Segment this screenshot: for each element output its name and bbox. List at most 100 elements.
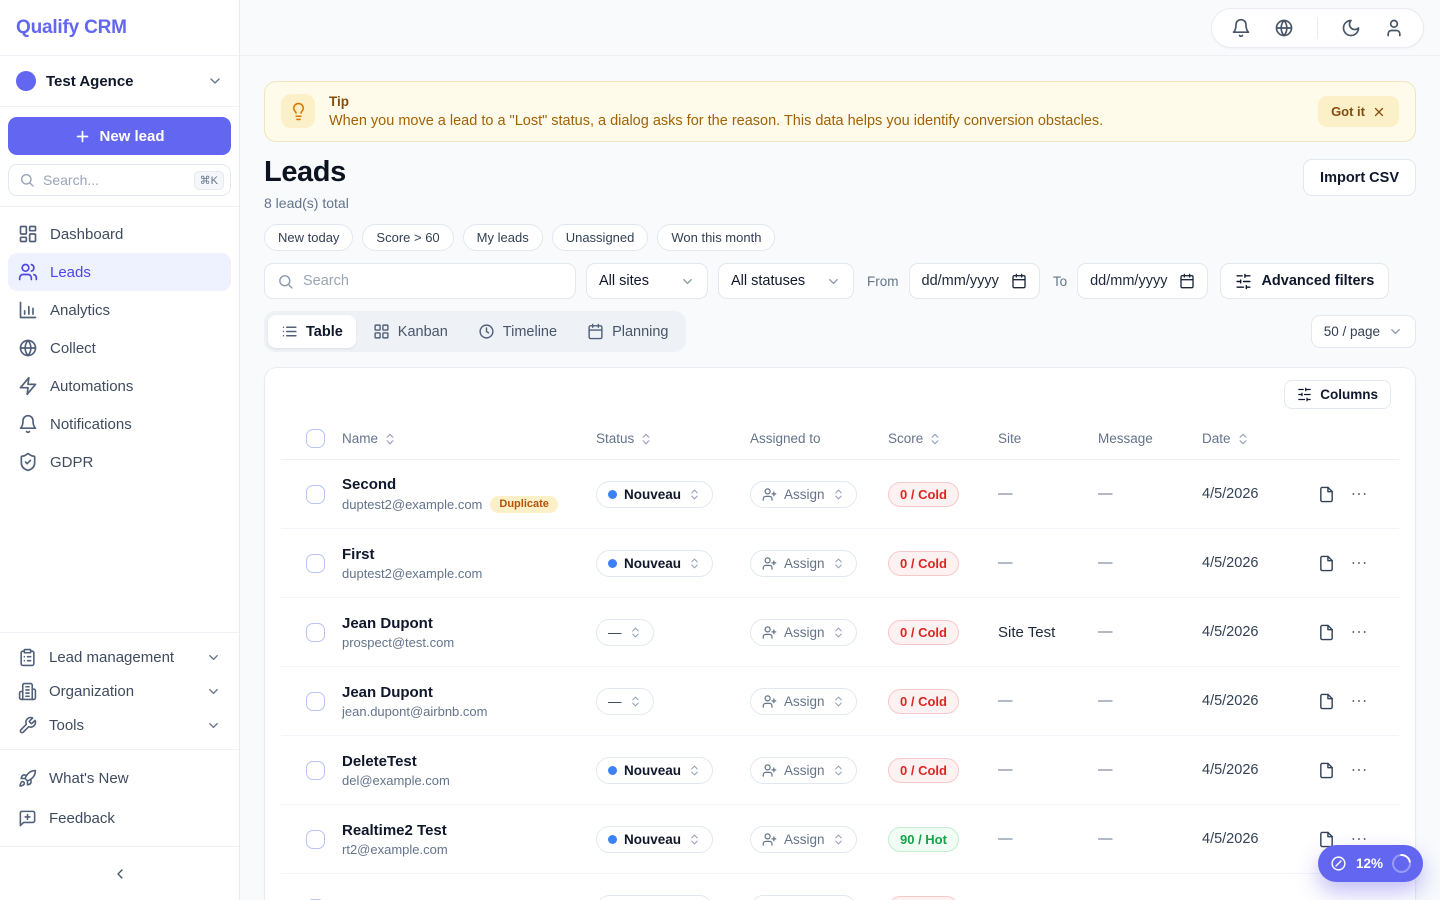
tab-planning[interactable]: Planning [574,315,681,348]
note-file-button[interactable] [1314,482,1339,507]
assign-label: Assign [784,556,825,571]
row-menu-button[interactable] [1346,550,1372,576]
note-cell [1314,758,1346,783]
sidebar-group-organization[interactable]: Organization [8,674,231,708]
sidebar-item-dashboard[interactable]: Dashboard [8,215,231,253]
message-cell: — [1098,624,1202,640]
assign-button[interactable]: Assign [750,826,857,853]
note-file-button[interactable] [1314,620,1339,645]
assign-button[interactable]: Assign [750,619,857,646]
column-header-status[interactable]: Status [596,431,750,446]
lead-cell[interactable]: Jean Dupontprospect@test.com [342,615,596,650]
completion-widget[interactable]: 12% [1318,845,1423,882]
row-checkbox[interactable] [306,554,325,573]
row-checkbox[interactable] [306,761,325,780]
sidebar-group-tools[interactable]: Tools [8,708,231,742]
language-globe-icon[interactable] [1274,18,1294,38]
tab-table[interactable]: Table [268,315,356,348]
lead-cell[interactable]: Realtime2 Testrt2@example.com [342,822,596,857]
quick-filter-score-60[interactable]: Score > 60 [362,224,453,251]
import-csv-button[interactable]: Import CSV [1303,159,1416,196]
row-checkbox[interactable] [306,485,325,504]
checkbox-cell [281,830,342,849]
table-search-input[interactable] [303,273,563,289]
note-file-button[interactable] [1314,758,1339,783]
row-checkbox[interactable] [306,623,325,642]
chevron-down-icon [206,684,221,699]
app-logo[interactable]: Qualify CRM [16,17,127,39]
column-header-date[interactable]: Date [1202,431,1314,446]
workspace-switcher[interactable]: Test Agence [0,56,239,107]
advanced-filters-button[interactable]: Advanced filters [1220,263,1389,299]
sidebar-search-input[interactable] [43,172,186,188]
sidebar-search[interactable]: ⌘K [8,164,231,196]
quick-filter-won-this-month[interactable]: Won this month [657,224,775,251]
sidebar-group-lead-management[interactable]: Lead management [8,640,231,674]
sidebar-item-analytics[interactable]: Analytics [8,291,231,329]
row-checkbox[interactable] [306,830,325,849]
tip-dismiss-button[interactable]: Got it [1318,96,1399,127]
date-from-input[interactable]: dd/mm/yyyy [909,263,1040,299]
status-cell: Nouveau [596,895,750,900]
row-menu-button[interactable] [1346,895,1372,900]
date-to-input[interactable]: dd/mm/yyyy [1077,263,1208,299]
note-file-button[interactable] [1314,551,1339,576]
assign-button[interactable]: Assign [750,895,857,900]
tab-timeline[interactable]: Timeline [465,315,570,348]
tab-label: Table [306,324,343,340]
row-menu-button[interactable] [1346,481,1372,507]
table-search[interactable] [264,263,576,299]
status-select[interactable]: Nouveau [596,895,713,900]
status-filter-select[interactable]: All statuses [718,263,854,299]
quick-filter-new-today[interactable]: New today [264,224,353,251]
sidebar-item-gdpr[interactable]: GDPR [8,443,231,481]
lead-cell[interactable]: Jean Dupontjean.dupont@airbnb.com [342,684,596,719]
columns-button[interactable]: Columns [1284,380,1391,409]
lead-cell[interactable]: DeleteTestdel@example.com [342,753,596,788]
chevrons-up-down-icon [688,764,701,777]
status-label: Nouveau [624,763,681,778]
table-row: Realtime2 Testrt2@example.comNouveau Assi… [281,805,1399,874]
sidebar-footer-feedback[interactable]: Feedback [8,798,231,838]
assign-label: Assign [784,487,825,502]
file-icon [1318,693,1335,710]
sidebar-item-notifications[interactable]: Notifications [8,405,231,443]
row-checkbox[interactable] [306,692,325,711]
quick-filter-unassigned[interactable]: Unassigned [552,224,649,251]
status-select[interactable]: Nouveau [596,757,713,784]
note-file-button[interactable] [1314,689,1339,714]
sidebar-group-label: Tools [49,717,194,734]
note-file-button[interactable] [1314,896,1339,900]
assign-button[interactable]: Assign [750,757,857,784]
quick-filter-my-leads[interactable]: My leads [463,224,543,251]
row-menu-button[interactable] [1346,619,1372,645]
status-select[interactable]: — [596,688,654,715]
select-all-checkbox[interactable] [306,429,325,448]
sidebar-item-leads[interactable]: Leads [8,253,231,291]
theme-moon-icon[interactable] [1341,18,1361,38]
assign-button[interactable]: Assign [750,688,857,715]
lead-cell[interactable]: Secondduptest2@example.comDuplicate [342,476,596,513]
row-menu-button[interactable] [1346,757,1372,783]
notifications-bell-icon[interactable] [1231,18,1251,38]
status-select[interactable]: Nouveau [596,481,713,508]
status-select[interactable]: Nouveau [596,550,713,577]
site-filter-select[interactable]: All sites [586,263,708,299]
column-header-name[interactable]: Name [342,431,596,446]
tab-kanban[interactable]: Kanban [360,315,461,348]
lead-cell[interactable]: Firstduptest2@example.com [342,546,596,581]
status-select[interactable]: — [596,619,654,646]
sidebar-item-automations[interactable]: Automations [8,367,231,405]
table-row: DeleteTestdel@example.comNouveauAssign0 … [281,736,1399,805]
sidebar-collapse-button[interactable] [106,860,134,888]
sidebar-footer-what-s-new[interactable]: What's New [8,758,231,798]
column-header-score[interactable]: Score [888,431,998,446]
status-select[interactable]: Nouveau [596,826,713,853]
new-lead-button[interactable]: New lead [8,117,231,155]
sidebar-item-collect[interactable]: Collect [8,329,231,367]
page-size-select[interactable]: 50 / page [1311,315,1416,348]
row-menu-button[interactable] [1346,688,1372,714]
assign-button[interactable]: Assign [750,550,857,577]
assign-button[interactable]: Assign [750,481,857,508]
account-user-icon[interactable] [1384,18,1404,38]
